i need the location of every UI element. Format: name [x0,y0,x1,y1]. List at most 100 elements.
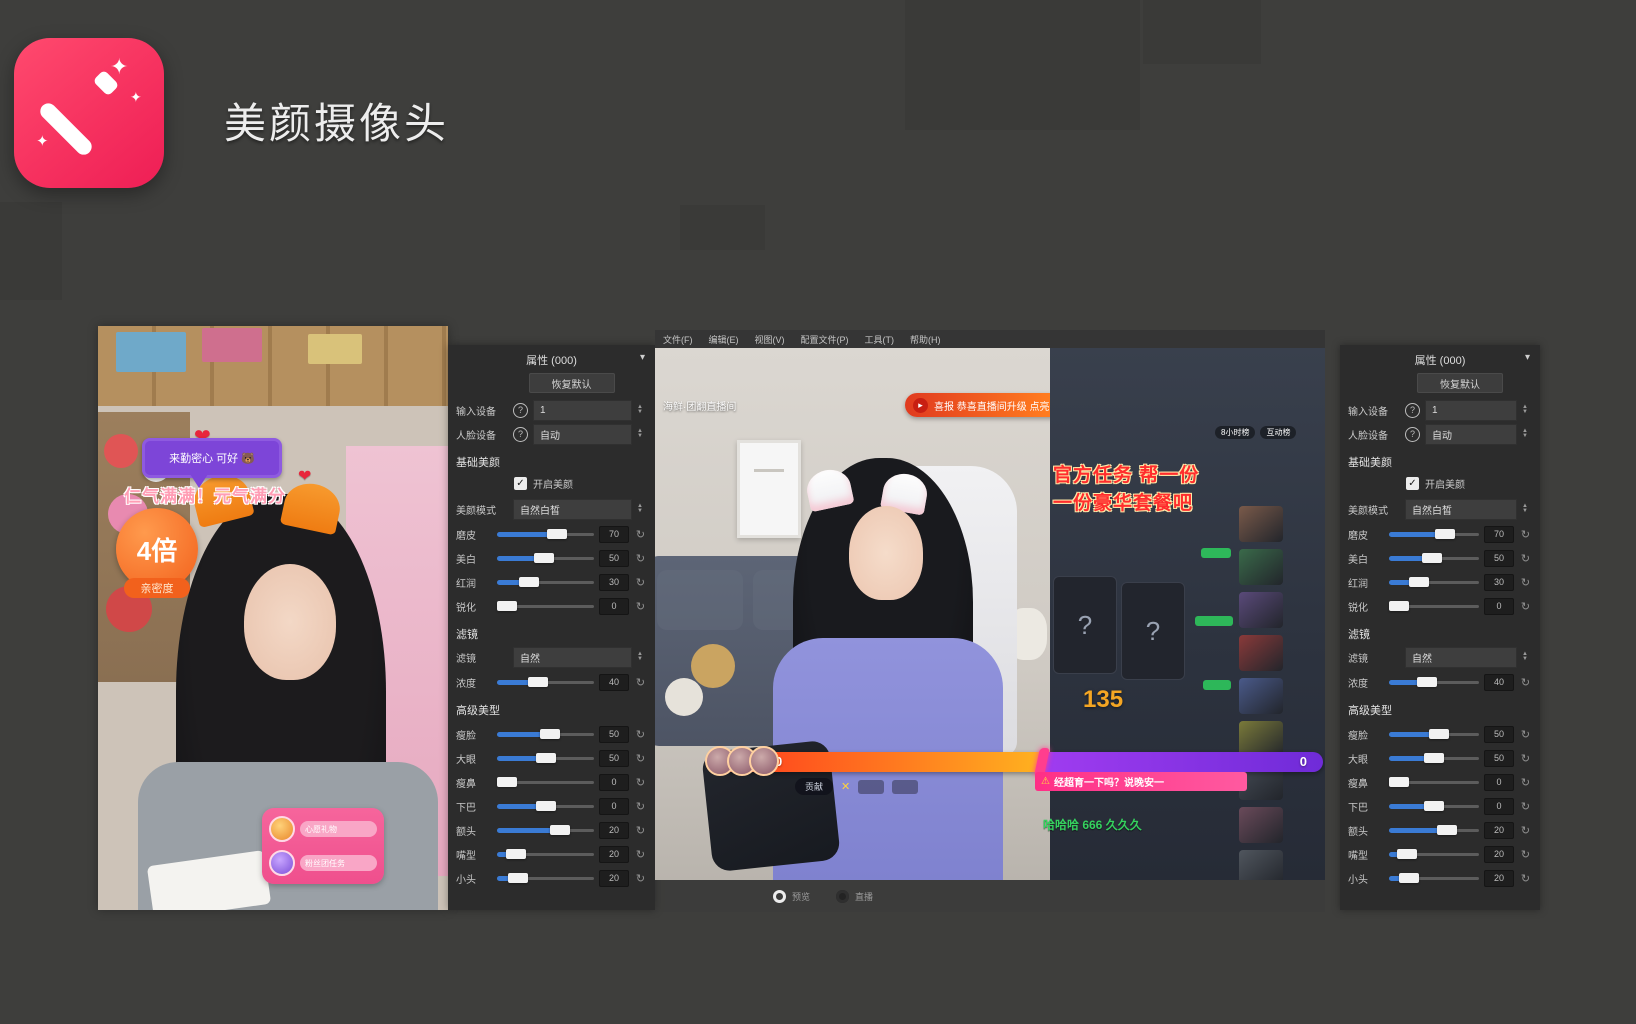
slider-track[interactable] [1389,800,1479,812]
slider-handle[interactable] [1409,577,1429,587]
checkbox-icon[interactable]: ✓ [514,477,527,490]
slider-value[interactable]: 0 [599,598,629,615]
beauty-mode-select[interactable]: 自然白皙 [513,499,632,520]
slider-track[interactable] [1389,576,1479,588]
reset-icon[interactable]: ↻ [634,824,647,837]
spinner-icon[interactable]: ▲▼ [637,504,647,514]
viewer-avatar[interactable] [1239,506,1283,542]
preview-toggle[interactable]: 预览 [773,890,810,903]
menu-item[interactable]: 帮助(H) [910,333,941,346]
reset-icon[interactable]: ↻ [634,728,647,741]
slider-handle[interactable] [1429,729,1449,739]
slider-track[interactable] [497,676,594,688]
filter-select[interactable]: 自然 [1405,647,1517,668]
mystery-box[interactable]: ? [1053,576,1117,674]
preview-toggle-icon[interactable] [773,890,786,903]
collapse-icon[interactable]: ▾ [640,352,645,363]
device-select[interactable]: 1 [1425,400,1517,421]
slider-handle[interactable] [519,577,539,587]
slider-handle[interactable] [1424,801,1444,811]
reset-icon[interactable]: ↻ [634,800,647,813]
spinner-icon[interactable]: ▲▼ [1522,405,1532,415]
slider-track[interactable] [1389,600,1479,612]
main-video-canvas[interactable]: 海鲜·团翻直播间 ▸ 喜报 恭喜直播间升级 点亮灯牌加入粉丝团助力吧 官方任务 … [655,348,1325,880]
slider-value[interactable]: 20 [599,870,629,887]
slider-track[interactable] [497,848,594,860]
slider-value[interactable]: 50 [1484,726,1514,743]
reset-defaults-button[interactable]: 恢复默认 [529,373,615,393]
slider-track[interactable] [1389,824,1479,836]
reset-icon[interactable]: ↻ [634,528,647,541]
gift-task-panel[interactable]: 心愿礼物 粉丝团任务 [262,808,384,884]
spinner-icon[interactable]: ▲▼ [637,652,647,662]
slider-value[interactable]: 30 [599,574,629,591]
reset-icon[interactable]: ↻ [634,872,647,885]
slider-value[interactable]: 20 [1484,870,1514,887]
checkbox-icon[interactable]: ✓ [1406,477,1419,490]
device-select[interactable]: 自动 [1425,424,1517,445]
slider-track[interactable] [497,576,594,588]
reset-icon[interactable]: ↻ [634,600,647,613]
reset-icon[interactable]: ↻ [1519,824,1532,837]
filter-select[interactable]: 自然 [513,647,632,668]
spinner-icon[interactable]: ▲▼ [1522,652,1532,662]
slider-value[interactable]: 40 [599,674,629,691]
gift-task-row[interactable]: 粉丝团任务 [269,850,377,876]
slider-handle[interactable] [497,777,517,787]
slider-track[interactable] [497,752,594,764]
reset-icon[interactable]: ↻ [1519,576,1532,589]
viewer-avatar[interactable] [1239,807,1283,843]
slider-track[interactable] [1389,848,1479,860]
reset-icon[interactable]: ↻ [634,552,647,565]
slider-value[interactable]: 50 [599,550,629,567]
reset-icon[interactable]: ↻ [634,752,647,765]
slider-track[interactable] [497,872,594,884]
app-icon[interactable]: ✦ ✦ ✦ [14,38,164,188]
slider-value[interactable]: 50 [599,750,629,767]
slider-value[interactable]: 70 [599,526,629,543]
slider-value[interactable]: 0 [599,774,629,791]
reset-icon[interactable]: ↻ [1519,676,1532,689]
close-icon[interactable]: ✕ [841,780,850,793]
slider-value[interactable]: 50 [599,726,629,743]
contribution-pill[interactable]: 贡献 [795,778,833,795]
spinner-icon[interactable]: ▲▼ [637,429,647,439]
viewer-avatar[interactable] [1239,678,1283,714]
slider-value[interactable]: 0 [1484,774,1514,791]
slider-handle[interactable] [534,553,554,563]
slider-handle[interactable] [1417,677,1437,687]
viewer-avatar[interactable] [1239,549,1283,585]
slider-handle[interactable] [1389,601,1409,611]
slider-track[interactable] [497,800,594,812]
reset-icon[interactable]: ↻ [1519,728,1532,741]
slider-handle[interactable] [536,801,556,811]
menu-item[interactable]: 文件(F) [663,333,693,346]
viewer-avatar[interactable] [1239,850,1283,880]
slider-value[interactable]: 50 [1484,750,1514,767]
reset-icon[interactable]: ↻ [1519,552,1532,565]
spinner-icon[interactable]: ▲▼ [637,405,647,415]
device-select[interactable]: 自动 [533,424,632,445]
reset-defaults-button[interactable]: 恢复默认 [1417,373,1503,393]
gift-task-row[interactable]: 心愿礼物 [269,816,377,842]
slider-track[interactable] [1389,776,1479,788]
slider-value[interactable]: 0 [599,798,629,815]
slider-value[interactable]: 20 [1484,822,1514,839]
reset-icon[interactable]: ↻ [1519,872,1532,885]
slider-track[interactable] [497,728,594,740]
slider-value[interactable]: 20 [1484,846,1514,863]
rank-chip[interactable]: 8小时榜 [1215,426,1255,439]
slider-track[interactable] [1389,728,1479,740]
slider-handle[interactable] [528,677,548,687]
menu-item[interactable]: 视图(V) [755,333,785,346]
slider-handle[interactable] [1389,777,1409,787]
slider-value[interactable]: 0 [1484,598,1514,615]
slider-value[interactable]: 50 [1484,550,1514,567]
slider-handle[interactable] [1399,873,1419,883]
slider-track[interactable] [1389,872,1479,884]
avatar[interactable] [749,746,779,776]
beauty-mode-select[interactable]: 自然白皙 [1405,499,1517,520]
slider-track[interactable] [497,552,594,564]
mystery-box[interactable]: ? [1121,582,1185,680]
slider-value[interactable]: 20 [599,822,629,839]
